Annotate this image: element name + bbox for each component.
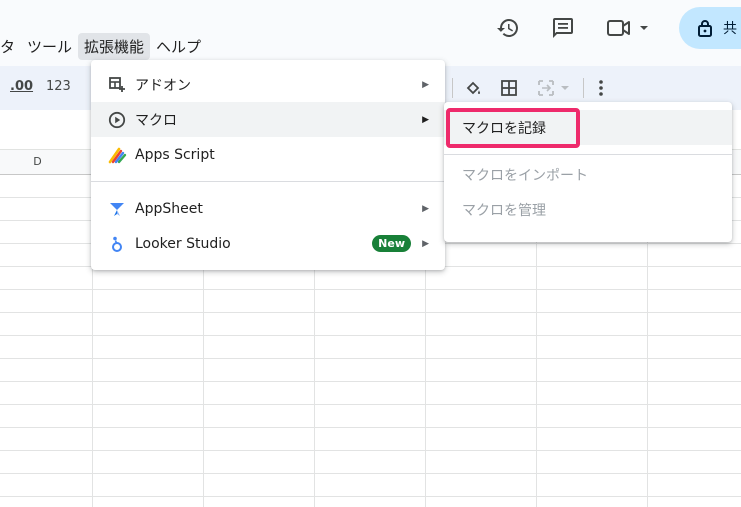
new-badge: New [372, 235, 411, 252]
appsheet-icon [107, 199, 127, 219]
history-icon[interactable] [494, 14, 522, 42]
menu-item-appsheet[interactable]: AppSheet ▶ [91, 191, 445, 226]
lock-icon [698, 20, 712, 37]
looker-studio-icon [107, 234, 127, 254]
toolbar-divider [583, 78, 584, 98]
submenu-arrow-icon: ▶ [422, 203, 429, 214]
video-camera-icon[interactable] [606, 14, 656, 42]
menu-data[interactable]: タ [0, 33, 21, 60]
menu-item-label: Looker Studio [135, 235, 231, 252]
menu-item-looker-studio[interactable]: Looker Studio New ▶ [91, 226, 445, 261]
menu-divider [444, 154, 732, 155]
menu-item-addons[interactable]: アドオン ▶ [91, 67, 445, 102]
merge-cells-icon[interactable] [534, 77, 574, 99]
menu-item-label: Apps Script [135, 146, 215, 163]
toolbar-divider [452, 78, 453, 98]
menu-help[interactable]: ヘルプ [150, 33, 207, 60]
decrease-decimal-button[interactable]: .00 [10, 79, 33, 94]
more-vert-icon[interactable] [590, 77, 612, 99]
manage-macros-item[interactable]: マクロを管理 [444, 192, 732, 227]
menu-extensions[interactable]: 拡張機能 [78, 32, 151, 60]
share-label: 共 [723, 21, 737, 37]
app-header: タ ツール 拡張機能 ヘルプ 共 [0, 0, 741, 66]
fill-color-icon[interactable] [463, 77, 485, 99]
comment-icon[interactable] [549, 14, 577, 42]
apps-script-icon [107, 145, 127, 165]
number-format-button[interactable]: 123 [46, 79, 71, 94]
menu-item-apps-script[interactable]: Apps Script [91, 137, 445, 172]
menu-item-label: アドオン [135, 77, 191, 94]
highlight-annotation-box [446, 108, 580, 148]
menu-item-label: AppSheet [135, 200, 203, 217]
addon-icon [107, 75, 127, 95]
borders-icon[interactable] [498, 77, 520, 99]
menu-tools[interactable]: ツール [21, 33, 78, 60]
menubar: タ ツール 拡張機能 ヘルプ [0, 32, 207, 60]
menu-item-macros[interactable]: マクロ ▶ [91, 102, 445, 137]
submenu-arrow-icon: ▶ [422, 79, 429, 90]
extensions-menu: アドオン ▶ マクロ ▶ Apps Script AppSheet ▶ Look… [91, 60, 445, 270]
menu-divider [91, 181, 445, 182]
submenu-arrow-icon: ▶ [422, 114, 429, 125]
chevron-down-icon [640, 26, 648, 30]
submenu-arrow-icon: ▶ [422, 238, 429, 249]
share-button[interactable]: 共 [679, 7, 741, 49]
play-circle-icon [107, 110, 127, 130]
menu-item-label: マクロ [135, 112, 177, 129]
import-macro-item[interactable]: マクロをインポート [444, 157, 732, 192]
column-header-d[interactable]: D [0, 155, 75, 168]
